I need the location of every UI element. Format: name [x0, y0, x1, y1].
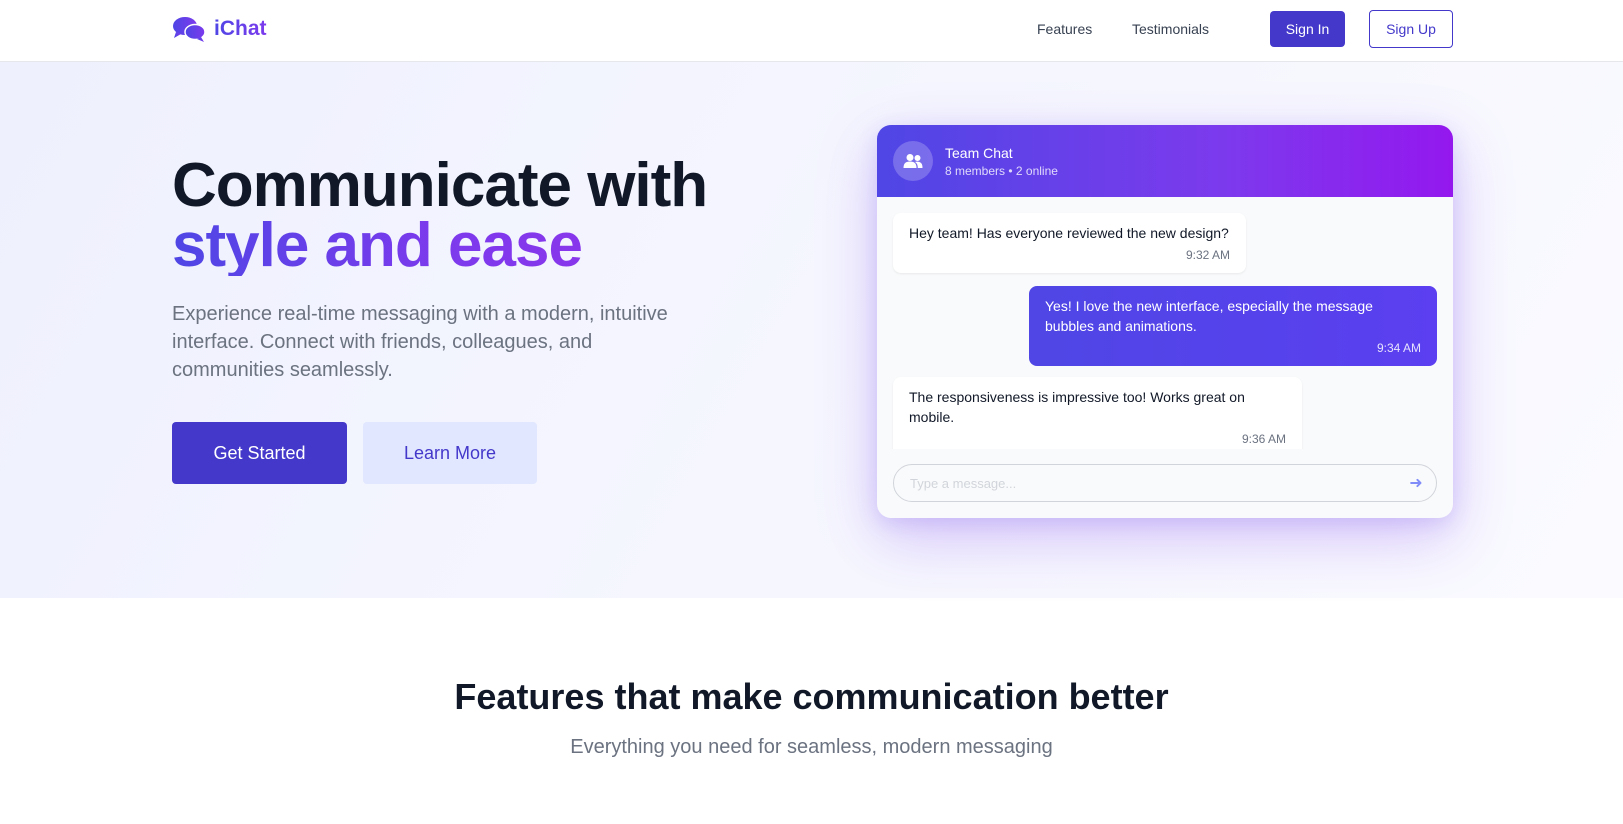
chat-message-list[interactable]: Hey team! Has everyone reviewed the new … — [877, 197, 1453, 449]
message-text: Hey team! Has everyone reviewed the new … — [909, 225, 1229, 241]
message-time: 9:34 AM — [1376, 341, 1421, 355]
hero-title-line1: Communicate with — [172, 151, 708, 220]
chat-bubbles-icon — [173, 17, 206, 42]
chat-title: Team Chat — [945, 145, 1013, 161]
learn-more-button[interactable]: Learn More — [363, 422, 537, 484]
hero-subtitle: Experience real-time messaging with a mo… — [172, 303, 668, 381]
group-avatar — [893, 141, 933, 181]
message-time: 9:36 AM — [1241, 432, 1286, 446]
sign-up-button[interactable]: Sign Up — [1369, 10, 1453, 48]
message-text: Yes! I love the new interface, especiall… — [1045, 298, 1373, 334]
brand-logo[interactable]: iChat — [172, 15, 267, 43]
sign-in-button[interactable]: Sign In — [1270, 11, 1345, 47]
send-button[interactable]: ➜ — [1406, 473, 1426, 493]
brand-name: iChat — [214, 17, 267, 40]
chat-member-status: 8 members • 2 online — [945, 164, 1058, 178]
message-bubble-outgoing: Yes! I love the new interface, especiall… — [1029, 286, 1437, 366]
top-navbar: iChat Features Testimonials Sign In Sign… — [0, 0, 1623, 62]
hero-section: Communicate with style and ease Experien… — [0, 62, 1623, 598]
hero-title-line2: style and ease — [172, 215, 707, 277]
message-composer: ➜ — [893, 464, 1437, 502]
chat-header: Team Chat 8 members • 2 online — [877, 125, 1453, 197]
get-started-button[interactable]: Get Started — [172, 422, 347, 484]
nav-link-testimonials[interactable]: Testimonials — [1132, 21, 1209, 37]
hero-title: Communicate with style and ease — [172, 155, 708, 277]
message-bubble-incoming: The responsiveness is impressive too! Wo… — [893, 377, 1302, 449]
arrow-right-icon: ➜ — [1409, 473, 1423, 492]
features-heading: Features that make communication better — [454, 676, 1169, 717]
message-input[interactable] — [894, 465, 1394, 501]
nav-link-features[interactable]: Features — [1037, 21, 1092, 37]
chat-preview-card: Team Chat 8 members • 2 online Hey team!… — [877, 125, 1453, 518]
features-subheading: Everything you need for seamless, modern… — [570, 736, 1053, 758]
message-time: 9:32 AM — [1185, 248, 1230, 262]
message-bubble-incoming: Hey team! Has everyone reviewed the new … — [893, 213, 1246, 273]
users-icon — [903, 154, 923, 168]
message-text: The responsiveness is impressive too! Wo… — [909, 389, 1245, 425]
